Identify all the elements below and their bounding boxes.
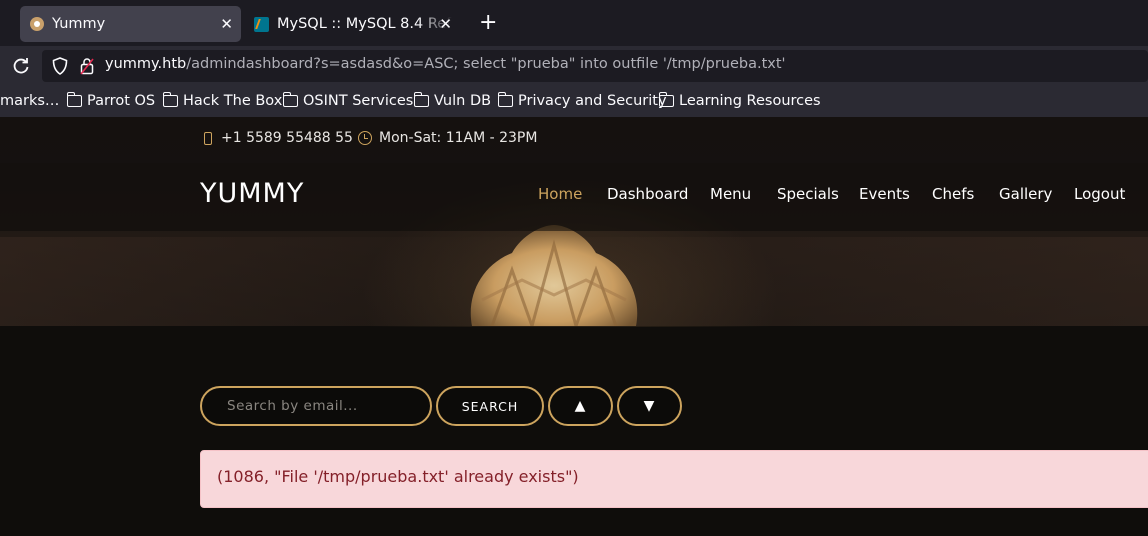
site-logo[interactable]: YUMMY	[200, 178, 304, 209]
nav-home[interactable]: Home	[538, 185, 582, 203]
nav-events[interactable]: Events	[859, 185, 910, 203]
bookmark-label: Parrot OS	[87, 93, 156, 109]
bookmarks-toolbar: marks… Parrot OS Hack The Box OSINT Serv…	[0, 86, 1148, 117]
nav-menu[interactable]: Menu	[710, 185, 751, 203]
contact-phone: +1 5589 55488 55	[204, 130, 353, 146]
folder-icon	[497, 92, 513, 107]
nav-toolbar: yummy.htb/admindashboard?s=asdasd&o=ASC;…	[0, 46, 1148, 86]
search-email-input[interactable]	[200, 386, 432, 426]
bookmark-other[interactable]: marks…	[0, 93, 59, 109]
url-path: /admindashboard?s=asdasd&o=ASC; select "…	[186, 56, 786, 72]
folder-icon	[162, 92, 178, 107]
error-alert: (1086, "File '/tmp/prueba.txt' already e…	[200, 450, 1148, 508]
bookmark-folder-vuln-db[interactable]: Vuln DB	[413, 92, 492, 109]
sort-desc-button[interactable]: ▼	[617, 386, 682, 426]
url-host: yummy.htb	[105, 56, 187, 72]
tab-title: Yummy	[52, 16, 106, 32]
web-page: +1 5589 55488 55 Mon-Sat: 11AM - 23PM YU…	[0, 117, 1148, 536]
reload-icon[interactable]	[11, 56, 31, 76]
url-text[interactable]: yummy.htb/admindashboard?s=asdasd&o=ASC;…	[105, 56, 786, 72]
tab-bar: Yummy ✕ MySQL :: MySQL 8.4 Reference Man…	[0, 0, 1148, 46]
phone-text: +1 5589 55488 55	[221, 130, 353, 146]
folder-icon	[282, 92, 298, 107]
nav-gallery[interactable]: Gallery	[999, 185, 1052, 203]
contact-bar: +1 5589 55488 55 Mon-Sat: 11AM - 23PM	[0, 117, 1148, 163]
pendant-lamp-image	[470, 225, 638, 326]
close-tab-icon[interactable]: ✕	[439, 15, 452, 33]
tab-title: MySQL :: MySQL 8.4 Reference Manual	[277, 16, 452, 32]
clock-icon	[358, 131, 372, 145]
bookmark-label: Hack The Box	[183, 93, 283, 109]
insecure-lock-icon[interactable]	[80, 57, 94, 75]
folder-icon	[413, 92, 429, 107]
bookmark-label: OSINT Services	[303, 93, 414, 109]
mysql-favicon-icon	[254, 16, 269, 32]
bookmark-label: Privacy and Security	[518, 93, 667, 109]
new-tab-icon[interactable]: +	[479, 12, 497, 34]
tab-yummy[interactable]: Yummy ✕	[20, 6, 241, 42]
bookmark-folder-hack-the-box[interactable]: Hack The Box	[162, 92, 283, 109]
contact-hours: Mon-Sat: 11AM - 23PM	[358, 130, 537, 146]
bookmark-label: Vuln DB	[434, 93, 492, 109]
search-button[interactable]: SEARCH	[436, 386, 544, 426]
nav-chefs[interactable]: Chefs	[932, 185, 974, 203]
sort-asc-button[interactable]: ▲	[548, 386, 613, 426]
tab-mysql[interactable]: MySQL :: MySQL 8.4 Reference Manual ✕	[246, 6, 460, 42]
bookmark-folder-parrot-os[interactable]: Parrot OS	[66, 92, 156, 109]
phone-icon	[204, 131, 212, 145]
yummy-favicon-icon	[30, 17, 44, 31]
browser-chrome: Yummy ✕ MySQL :: MySQL 8.4 Reference Man…	[0, 0, 1148, 117]
folder-icon	[66, 92, 82, 107]
bookmark-label: marks…	[0, 93, 60, 109]
close-tab-icon[interactable]: ✕	[220, 15, 233, 33]
bookmark-folder-osint-services[interactable]: OSINT Services	[282, 92, 414, 109]
nav-dashboard[interactable]: Dashboard	[607, 185, 688, 203]
site-header: YUMMY Home Dashboard Menu Specials Event…	[0, 163, 1148, 231]
hours-text: Mon-Sat: 11AM - 23PM	[379, 130, 538, 146]
tracking-protection-icon[interactable]	[52, 57, 68, 75]
bookmark-folder-learning-resources[interactable]: Learning Resources	[658, 92, 821, 109]
nav-logout[interactable]: Logout	[1074, 185, 1125, 203]
bookmark-folder-privacy-security[interactable]: Privacy and Security	[497, 92, 667, 109]
folder-icon	[658, 92, 674, 107]
nav-specials[interactable]: Specials	[777, 185, 839, 203]
bookmark-label: Learning Resources	[679, 93, 821, 109]
